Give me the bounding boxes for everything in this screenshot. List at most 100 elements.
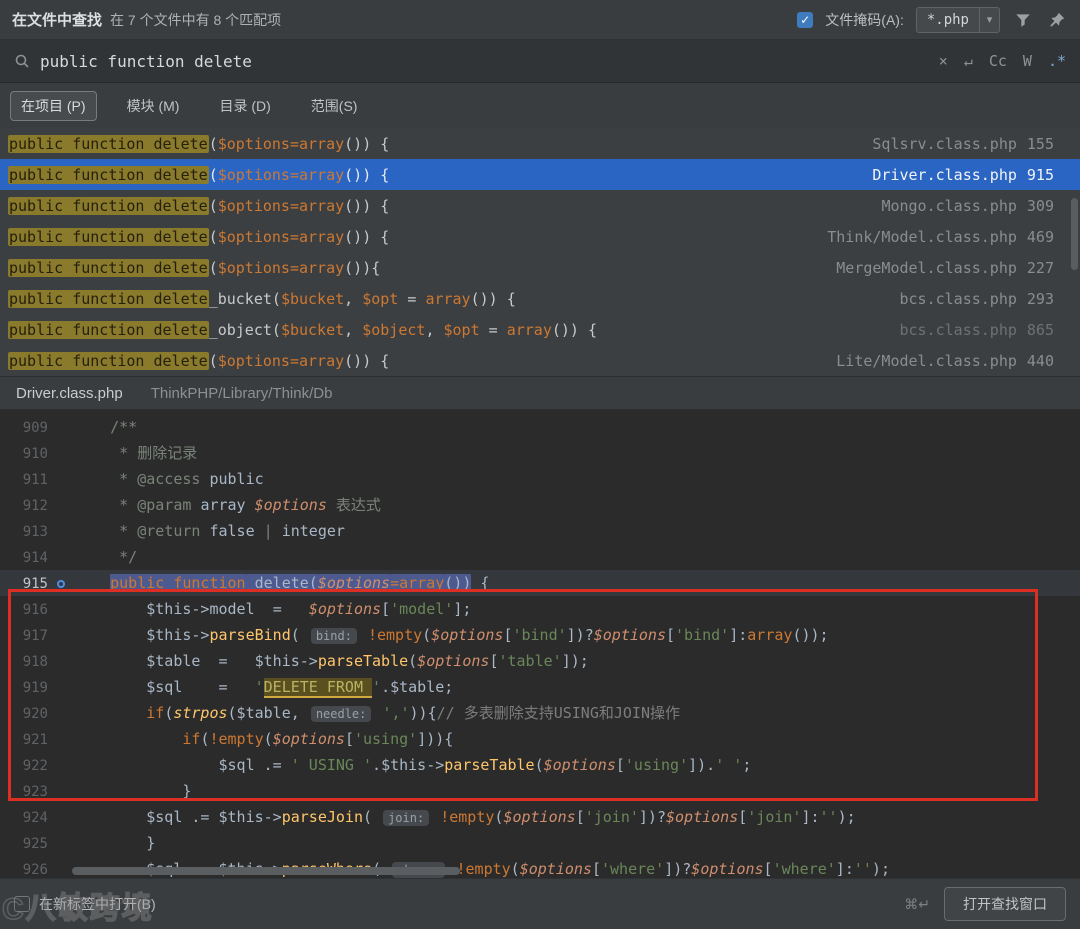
result-line-number: 309: [1026, 196, 1054, 215]
match-highlight: public function delete: [8, 227, 209, 246]
chevron-down-icon[interactable]: [979, 7, 999, 32]
pin-icon[interactable]: [1046, 9, 1068, 31]
match-highlight: public function delete: [8, 165, 209, 184]
line-number: 912: [22, 498, 48, 514]
find-in-files-dialog: 在文件中查找 在 7 个文件中有 8 个匹配项 文件掩码(A): *.php p…: [0, 0, 1080, 929]
line-number: 923: [22, 784, 48, 800]
code-line[interactable]: 909 /**: [0, 414, 1080, 440]
code-line[interactable]: 914 */: [0, 544, 1080, 570]
code-line[interactable]: 911 * @access public: [0, 466, 1080, 492]
match-highlight: public function delete: [8, 289, 209, 308]
gutter-slot: [48, 570, 74, 596]
regex-toggle[interactable]: .*: [1048, 52, 1066, 70]
code-line[interactable]: 917 $this->parseBind( bind: !empty($opti…: [0, 622, 1080, 648]
line-number: 911: [22, 472, 48, 488]
result-file-name: Think/Model.class.php: [827, 227, 1017, 246]
file-mask-label: 文件掩码(A):: [825, 11, 904, 28]
result-snippet: public function delete($options =array())…: [8, 351, 390, 370]
result-location: bcs.class.php 293: [884, 290, 1055, 308]
result-location: Mongo.class.php 309: [865, 197, 1054, 215]
filter-icon[interactable]: [1012, 9, 1034, 31]
line-number: 917: [22, 628, 48, 644]
open-in-new-tab-checkbox[interactable]: [14, 896, 30, 912]
results-scrollbar[interactable]: [1071, 198, 1078, 270]
result-snippet: public function delete _bucket($bucket, $…: [8, 289, 516, 308]
result-file-name: Sqlsrv.class.php: [872, 134, 1017, 153]
result-snippet: public function delete($options =array())…: [8, 258, 381, 277]
match-case-toggle[interactable]: Cc: [989, 52, 1007, 70]
line-number: 916: [22, 602, 48, 618]
code-line[interactable]: 920 if(strpos($table, needle: ',')){// 多…: [0, 700, 1080, 726]
code-line[interactable]: 913 * @return false | integer: [0, 518, 1080, 544]
result-line-number: 915: [1026, 165, 1054, 184]
match-highlight: public function delete: [8, 351, 209, 370]
code-line[interactable]: 922 $sql .= ' USING '.$this->parseTable(…: [0, 752, 1080, 778]
result-row[interactable]: public function delete _object($bucket, $…: [0, 314, 1080, 345]
result-line-number: 865: [1026, 320, 1054, 339]
code-line[interactable]: 916 $this->model = $options['model'];: [0, 596, 1080, 622]
line-number: 924: [22, 810, 48, 826]
match-highlight: public function delete: [8, 320, 209, 339]
newline-icon[interactable]: ↵: [964, 52, 973, 70]
line-number: 910: [22, 446, 48, 462]
result-line-number: 293: [1026, 289, 1054, 308]
file-mask-checkbox[interactable]: [797, 11, 814, 28]
preview-file-name: Driver.class.php: [16, 384, 123, 402]
code-line[interactable]: 924 $sql .= $this->parseJoin( join: !emp…: [0, 804, 1080, 830]
file-mask-select[interactable]: *.php: [915, 6, 1000, 33]
line-number: 921: [22, 732, 48, 748]
result-row[interactable]: public function delete($options =array())…: [0, 190, 1080, 221]
code-line[interactable]: 910 * 删除记录: [0, 440, 1080, 466]
code-line[interactable]: 915 public function delete($options=arra…: [0, 570, 1080, 596]
result-row[interactable]: public function delete($options =array())…: [0, 345, 1080, 376]
code-line[interactable]: 921 if(!empty($options['using'])){: [0, 726, 1080, 752]
code-line[interactable]: 925 }: [0, 830, 1080, 856]
code-line[interactable]: 919 $sql = 'DELETE FROM '.$table;: [0, 674, 1080, 700]
result-location: MergeModel.class.php 227: [820, 259, 1054, 277]
result-row[interactable]: public function delete($options =array())…: [0, 159, 1080, 190]
result-location: Sqlsrv.class.php 155: [856, 135, 1054, 153]
result-file-name: Driver.class.php: [872, 165, 1017, 184]
horizontal-scrollbar[interactable]: [72, 867, 460, 875]
code-lines: 909 /** 910 * 删除记录 911 * @access public 912…: [0, 414, 1080, 878]
result-row[interactable]: public function delete($options =array())…: [0, 252, 1080, 283]
bottom-bar: 在新标签中打开(B) ⌘↵ 打开查找窗口 C 八敏跨境: [0, 878, 1080, 929]
clear-search-icon[interactable]: ×: [939, 52, 948, 70]
result-file-name: MergeModel.class.php: [836, 258, 1017, 277]
scope-tab[interactable]: 模块 (M): [117, 92, 190, 120]
open-in-new-tab-label: 在新标签中打开(B): [39, 896, 156, 912]
open-find-window-button[interactable]: 打开查找窗口: [944, 887, 1066, 921]
line-number: 919: [22, 680, 48, 696]
scope-tab[interactable]: 在项目 (P): [10, 90, 97, 121]
line-number: 915: [22, 576, 48, 592]
scope-tab[interactable]: 范围(S): [301, 92, 368, 120]
code-line[interactable]: 923 }: [0, 778, 1080, 804]
result-row[interactable]: public function delete($options =array())…: [0, 128, 1080, 159]
result-row[interactable]: public function delete _bucket($bucket, $…: [0, 283, 1080, 314]
file-mask-value: *.php: [926, 11, 969, 28]
search-input[interactable]: public function delete: [40, 52, 252, 71]
result-snippet: public function delete($options =array())…: [8, 227, 390, 246]
result-line-number: 227: [1026, 258, 1054, 277]
dialog-title: 在文件中查找: [12, 12, 103, 29]
dialog-titlebar: 在文件中查找 在 7 个文件中有 8 个匹配项 文件掩码(A): *.php: [0, 0, 1080, 40]
match-summary: 在 7 个文件中有 8 个匹配项: [110, 11, 282, 28]
line-number: 913: [22, 524, 48, 540]
result-snippet: public function delete($options =array())…: [8, 196, 390, 215]
result-snippet: public function delete($options =array())…: [8, 134, 390, 153]
line-number: 922: [22, 758, 48, 774]
search-bar[interactable]: public function delete × ↵ Cc W .*: [0, 40, 1080, 83]
result-location: bcs.class.php 865: [884, 321, 1055, 339]
preview-file-path: ThinkPHP/Library/Think/Db: [150, 384, 333, 402]
code-preview: 909 /** 910 * 删除记录 911 * @access public 912…: [0, 410, 1080, 878]
result-location: Lite/Model.class.php 440: [820, 352, 1054, 370]
scope-tab[interactable]: 目录 (D): [209, 92, 280, 120]
results-list: public function delete($options =array())…: [0, 128, 1080, 376]
code-line[interactable]: 912 * @param array $options 表达式: [0, 492, 1080, 518]
whole-words-toggle[interactable]: W: [1023, 52, 1032, 70]
result-line-number: 440: [1026, 351, 1054, 370]
code-line[interactable]: 918 $table = $this->parseTable($options[…: [0, 648, 1080, 674]
match-highlight: public function delete: [8, 134, 209, 153]
result-file-name: Mongo.class.php: [881, 196, 1017, 215]
result-row[interactable]: public function delete($options =array())…: [0, 221, 1080, 252]
